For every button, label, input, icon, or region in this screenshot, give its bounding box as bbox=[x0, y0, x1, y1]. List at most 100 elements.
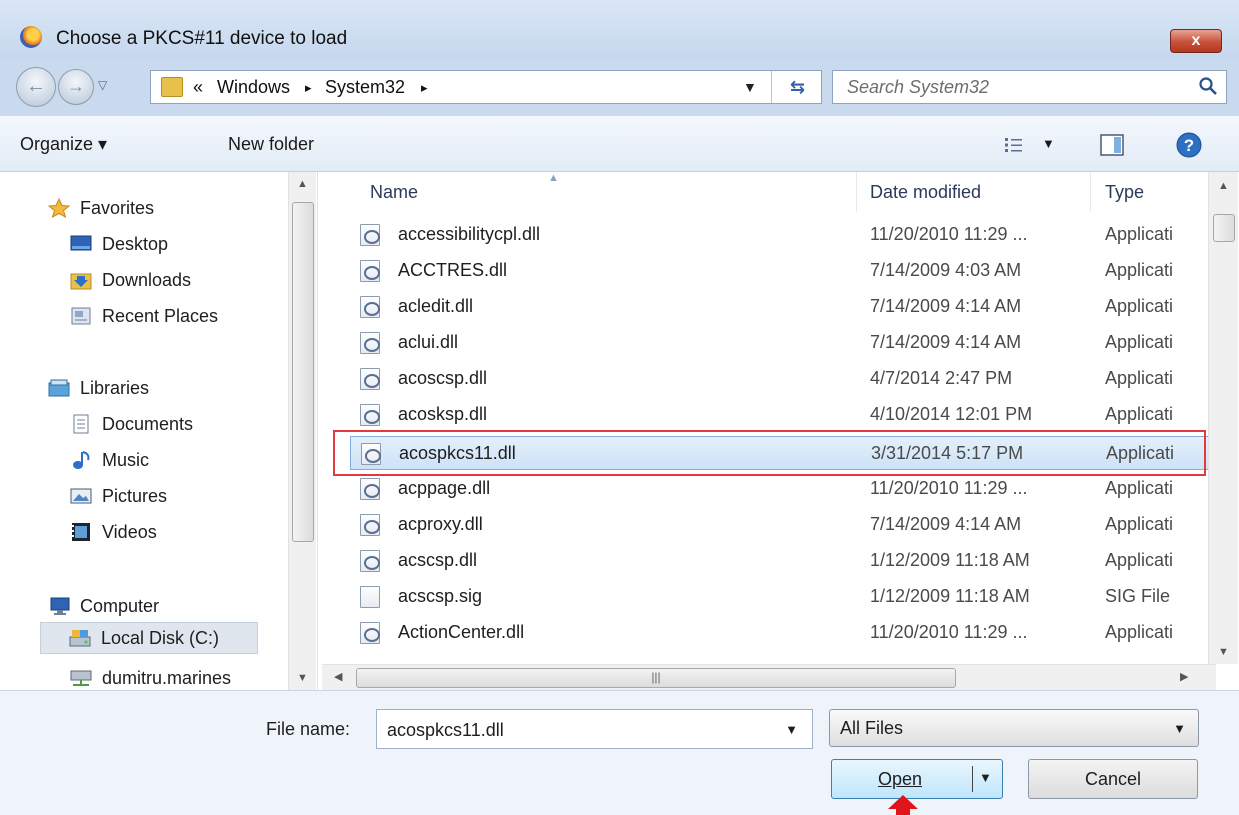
search-input[interactable]: Search System32 bbox=[832, 70, 1227, 104]
file-list-scrollbar-thumb[interactable] bbox=[1213, 214, 1235, 242]
file-name-label: File name: bbox=[266, 719, 351, 739]
search-icon[interactable] bbox=[1198, 76, 1218, 96]
file-list-scrollbar[interactable]: ▲ ▼ bbox=[1208, 172, 1238, 664]
nav-music[interactable]: Music bbox=[70, 444, 149, 476]
close-button[interactable]: x bbox=[1170, 29, 1222, 53]
nav-libraries[interactable]: Libraries bbox=[48, 372, 149, 404]
organize-button[interactable]: Organize ▾ bbox=[20, 134, 107, 155]
file-row-acctres[interactable]: ACCTRES.dll 7/14/2009 4:03 AM Applicati bbox=[350, 254, 1210, 288]
computer-icon bbox=[50, 597, 70, 615]
column-header-type[interactable]: Type bbox=[1105, 182, 1144, 203]
address-dropdown-icon[interactable]: ▼ bbox=[743, 79, 757, 95]
dll-file-icon bbox=[360, 550, 380, 572]
horizontal-scrollbar-thumb[interactable]: ||| bbox=[356, 668, 956, 688]
file-name-dropdown-icon[interactable]: ▼ bbox=[785, 722, 798, 737]
scroll-right-icon[interactable]: ▶ bbox=[1180, 670, 1188, 683]
nav-videos[interactable]: Videos bbox=[70, 516, 157, 548]
open-dropdown-icon[interactable]: ▼ bbox=[979, 770, 992, 785]
dll-file-icon bbox=[360, 478, 380, 500]
preview-pane-icon[interactable] bbox=[1100, 134, 1124, 156]
nav-item-label: Local Disk (C:) bbox=[101, 627, 220, 648]
file-name: acledit.dll bbox=[398, 296, 474, 316]
search-placeholder: Search System32 bbox=[847, 77, 990, 97]
red-pointer-arrow-stem bbox=[896, 808, 910, 815]
column-header-name[interactable]: Name bbox=[370, 182, 418, 203]
filter-dropdown-icon[interactable]: ▼ bbox=[1173, 721, 1186, 736]
documents-icon bbox=[73, 414, 89, 434]
view-options-icon[interactable] bbox=[1004, 136, 1024, 154]
refresh-button[interactable]: ⇆ bbox=[771, 71, 823, 103]
file-name-input[interactable]: acospkcs11.dll ▼ bbox=[376, 709, 813, 749]
back-button[interactable]: ← bbox=[16, 67, 56, 107]
breadcrumb-separator[interactable]: ▸ bbox=[305, 80, 312, 96]
file-type: Applicati bbox=[1105, 622, 1174, 642]
file-type-filter-value: All Files bbox=[840, 718, 904, 738]
nav-desktop[interactable]: Desktop bbox=[70, 228, 168, 260]
nav-scrollbar-thumb[interactable] bbox=[292, 202, 314, 542]
nav-documents[interactable]: Documents bbox=[70, 408, 193, 440]
file-row-acscsp-dll[interactable]: acscsp.dll 1/12/2009 11:18 AM Applicati bbox=[350, 544, 1210, 578]
scroll-left-icon[interactable]: ◀ bbox=[334, 670, 342, 683]
scroll-down-icon[interactable]: ▼ bbox=[1209, 646, 1238, 658]
file-row-actioncenter[interactable]: ActionCenter.dll 11/20/2010 11:29 ... Ap… bbox=[350, 616, 1210, 650]
file-name: acscsp.dll bbox=[398, 550, 478, 570]
column-divider[interactable] bbox=[1090, 172, 1091, 212]
forward-button[interactable]: → bbox=[58, 69, 94, 105]
column-divider[interactable] bbox=[856, 172, 857, 212]
file-row-acppage[interactable]: acppage.dll 11/20/2010 11:29 ... Applica… bbox=[350, 472, 1210, 506]
file-date: 1/12/2009 11:18 AM bbox=[870, 586, 1030, 606]
file-row-acledit[interactable]: acledit.dll 7/14/2009 4:14 AM Applicati bbox=[350, 290, 1210, 324]
scroll-up-icon[interactable]: ▲ bbox=[1209, 180, 1238, 192]
file-row-acproxy[interactable]: acproxy.dll 7/14/2009 4:14 AM Applicati bbox=[350, 508, 1210, 542]
file-name: aclui.dll bbox=[398, 332, 459, 352]
file-row-aclui[interactable]: aclui.dll 7/14/2009 4:14 AM Applicati bbox=[350, 326, 1210, 360]
file-type-filter[interactable]: All Files ▼ bbox=[829, 709, 1199, 747]
open-button-label: Open bbox=[877, 769, 923, 789]
file-date: 7/14/2009 4:14 AM bbox=[870, 296, 1022, 316]
nav-item-label: Desktop bbox=[102, 233, 169, 254]
breadcrumb-windows[interactable]: Windows bbox=[217, 77, 290, 98]
breadcrumb-system32[interactable]: System32 bbox=[325, 77, 405, 98]
nav-pictures[interactable]: Pictures bbox=[70, 480, 167, 512]
file-type: Applicati bbox=[1105, 296, 1174, 316]
file-date: 7/14/2009 4:14 AM bbox=[870, 332, 1022, 352]
column-header-date[interactable]: Date modified bbox=[870, 182, 981, 203]
file-row-acoscsp[interactable]: acoscsp.dll 4/7/2014 2:47 PM Applicati bbox=[350, 362, 1210, 396]
file-type: Applicati bbox=[1105, 514, 1174, 534]
file-row-acosksp[interactable]: acosksp.dll 4/10/2014 12:01 PM Applicati bbox=[350, 398, 1210, 432]
scroll-down-icon[interactable]: ▼ bbox=[289, 672, 316, 684]
cancel-button[interactable]: Cancel bbox=[1028, 759, 1198, 799]
file-date: 11/20/2010 11:29 ... bbox=[870, 478, 1028, 498]
nav-item-label: Documents bbox=[102, 413, 194, 434]
scroll-up-icon[interactable]: ▲ bbox=[289, 178, 316, 190]
title-bar: Choose a PKCS#11 device to load x bbox=[0, 0, 1239, 60]
file-name-value: acospkcs11.dll bbox=[387, 720, 504, 740]
drive-icon bbox=[69, 630, 91, 647]
new-folder-button[interactable]: New folder bbox=[228, 134, 314, 155]
nav-scrollbar[interactable]: ▲ ▼ bbox=[288, 172, 316, 690]
address-row: ← → ▽ « Windows ▸ System32 ▸ ▼ ⇆ Search … bbox=[0, 60, 1239, 116]
nav-computer[interactable]: Computer bbox=[48, 590, 159, 622]
help-icon[interactable]: ? bbox=[1176, 132, 1202, 158]
breadcrumb-overflow[interactable]: « bbox=[193, 77, 203, 98]
recent-locations-dropdown-icon[interactable]: ▽ bbox=[98, 78, 107, 92]
address-bar[interactable]: « Windows ▸ System32 ▸ ▼ ⇆ bbox=[150, 70, 822, 104]
nav-recent-places[interactable]: Recent Places bbox=[70, 300, 218, 332]
file-row-acscsp-sig[interactable]: acscsp.sig 1/12/2009 11:18 AM SIG File bbox=[350, 580, 1210, 614]
nav-item-label: Videos bbox=[102, 521, 157, 542]
nav-favorites[interactable]: Favorites bbox=[48, 192, 154, 224]
nav-item-label: Downloads bbox=[102, 269, 192, 290]
horizontal-scrollbar[interactable]: ◀ ||| ▶ bbox=[322, 664, 1216, 690]
file-name: ACCTRES.dll bbox=[398, 260, 508, 280]
nav-local-disk[interactable]: Local Disk (C:) bbox=[40, 622, 258, 654]
open-button[interactable]: Open ▼ bbox=[831, 759, 1003, 799]
dll-file-icon bbox=[360, 296, 380, 318]
file-name: ActionCenter.dll bbox=[398, 622, 525, 642]
nav-network-drive[interactable]: dumitru.marines bbox=[70, 662, 231, 690]
breadcrumb-separator[interactable]: ▸ bbox=[421, 80, 428, 96]
nav-item-label: Favorites bbox=[80, 197, 155, 218]
view-dropdown-icon[interactable]: ▼ bbox=[1042, 136, 1055, 151]
navigation-pane: Favorites Desktop Downloads Recent Place… bbox=[0, 172, 318, 690]
file-row-accessibilitycpl[interactable]: accessibilitycpl.dll 11/20/2010 11:29 ..… bbox=[350, 218, 1210, 252]
nav-downloads[interactable]: Downloads bbox=[70, 264, 191, 296]
